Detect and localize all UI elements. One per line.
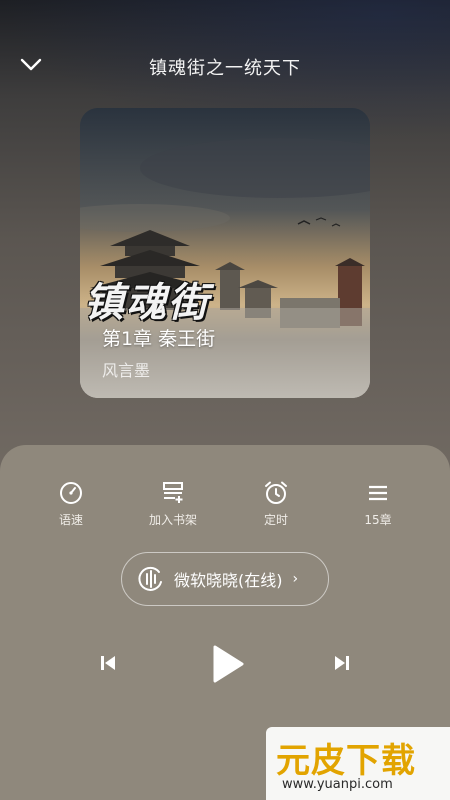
author-name: 风言墨 [102, 361, 151, 380]
bookshelf-label: 加入书架 [148, 513, 197, 527]
skip-previous-icon [101, 656, 115, 670]
watermark-logo: 元皮下载 www.yuanpi.com [266, 727, 450, 800]
chapter-list-button[interactable]: 15章 [333, 479, 423, 528]
next-chapter-button[interactable] [326, 645, 358, 681]
add-to-bookshelf-button[interactable]: 加入书架 [128, 479, 218, 528]
play-icon [213, 645, 244, 683]
voice-name: 微软晓晓(在线) [174, 571, 283, 590]
page-title: 镇魂街之一统天下 [149, 58, 301, 79]
cover-artwork [80, 108, 370, 398]
timer-label: 定时 [263, 513, 288, 527]
previous-chapter-button[interactable] [92, 645, 124, 681]
play-button[interactable] [204, 641, 250, 687]
chapter-title: 第1章 秦王街 [102, 328, 216, 350]
chapter-list-icon [369, 485, 387, 501]
header: 镇魂街之一统天下 [0, 40, 450, 90]
speed-button[interactable]: 语速 [26, 479, 116, 528]
bookshelf-icon [163, 482, 183, 503]
cover-logo-text: 镇魂街 [84, 279, 210, 326]
skip-next-icon [335, 656, 349, 670]
chevron-right-icon: › [292, 571, 299, 587]
alarm-clock-icon [265, 481, 287, 504]
speed-gauge-icon [60, 482, 82, 504]
voice-waveform-icon [138, 566, 162, 591]
book-cover: 镇魂街 第1章 秦王街 风言墨 [80, 108, 370, 398]
voice-select-button[interactable]: 微软晓晓(在线) › [121, 552, 329, 606]
speed-label: 语速 [58, 513, 83, 527]
watermark-url: www.yuanpi.com [282, 777, 393, 792]
timer-button[interactable]: 定时 [231, 479, 321, 528]
watermark-brand: 元皮下载 [276, 741, 416, 781]
chapter-count-label: 15章 [364, 513, 392, 527]
